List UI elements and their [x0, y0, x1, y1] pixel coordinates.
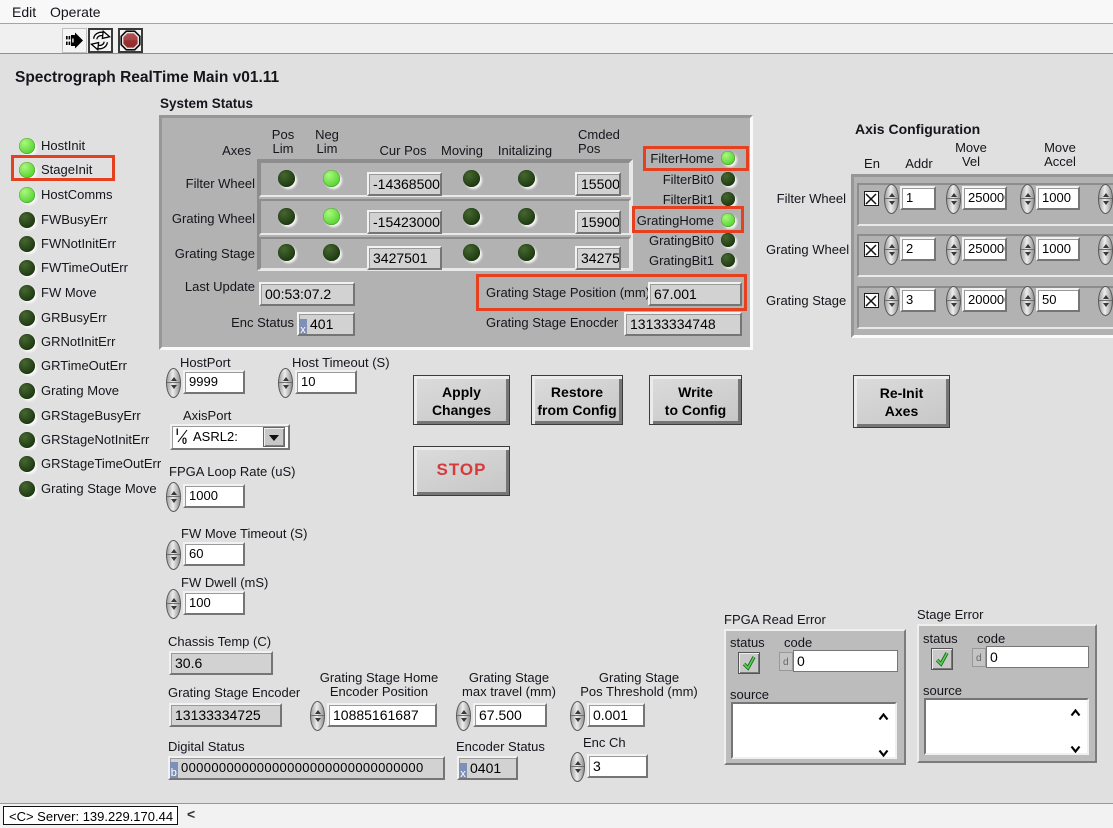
svg-text:0: 0 — [182, 436, 187, 445]
svg-text:I: I — [176, 427, 179, 437]
